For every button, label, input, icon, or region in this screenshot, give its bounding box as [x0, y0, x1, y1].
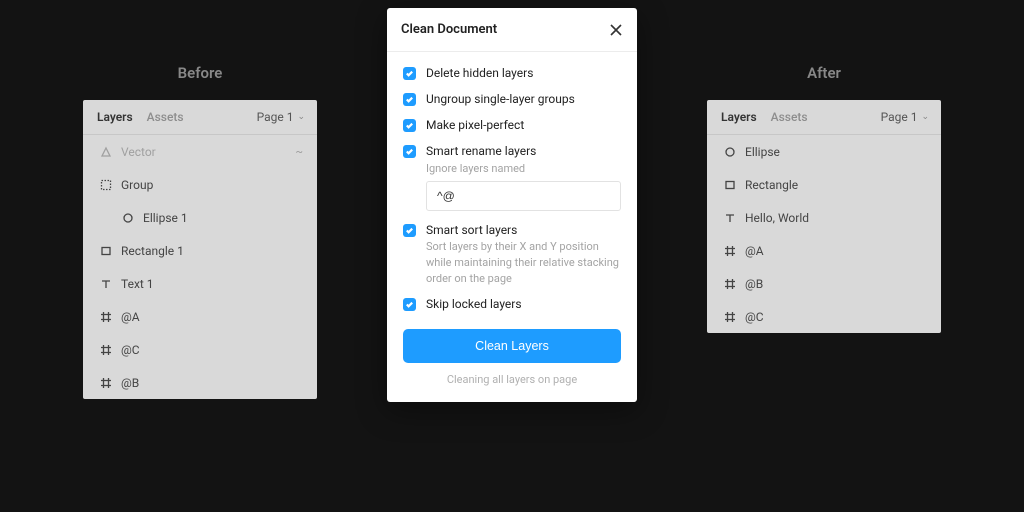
clean-document-modal: Clean Document Delete hidden layers Ungr…: [387, 8, 637, 402]
option-skip-locked[interactable]: Skip locked layers: [403, 297, 621, 311]
text-icon: [97, 278, 115, 290]
frame-icon: [97, 344, 115, 356]
tab-assets[interactable]: Assets: [771, 110, 808, 124]
page-selector[interactable]: Page 1 ⌄: [881, 110, 929, 124]
layer-row[interactable]: Rectangle 1: [83, 234, 317, 267]
after-layer-list: Ellipse Rectangle Hello, World @A @B @C: [707, 134, 941, 333]
layer-name: @A: [115, 310, 140, 324]
layer-row[interactable]: Ellipse: [707, 135, 941, 168]
layer-row[interactable]: Group: [83, 168, 317, 201]
layer-row[interactable]: @A: [83, 300, 317, 333]
modal-title: Clean Document: [401, 22, 497, 37]
layer-name: @C: [739, 310, 764, 324]
frame-icon: [721, 278, 739, 290]
checkbox-icon: [403, 145, 416, 158]
layer-row[interactable]: Text 1: [83, 267, 317, 300]
after-layers-panel: Layers Assets Page 1 ⌄ Ellipse Rectangle H…: [707, 100, 941, 333]
layer-row[interactable]: @A: [707, 234, 941, 267]
layer-row[interactable]: Vector ~: [83, 135, 317, 168]
clean-layers-button[interactable]: Clean Layers: [403, 329, 621, 363]
option-smart-rename[interactable]: Smart rename layers: [403, 144, 621, 158]
checkbox-icon: [403, 119, 416, 132]
text-icon: [721, 212, 739, 224]
ignore-label: Ignore layers named: [426, 162, 621, 175]
status-text: Cleaning all layers on page: [403, 373, 621, 386]
frame-icon: [97, 377, 115, 389]
tab-layers[interactable]: Layers: [97, 110, 133, 124]
layer-name: @C: [115, 343, 140, 357]
option-ungroup-single[interactable]: Ungroup single-layer groups: [403, 92, 621, 106]
option-smart-sort[interactable]: Smart sort layers: [403, 223, 621, 237]
layer-row[interactable]: Rectangle: [707, 168, 941, 201]
page-label: Page 1: [881, 110, 918, 124]
after-label: After: [807, 64, 841, 82]
chevron-down-icon: ⌄: [297, 112, 305, 122]
page-selector[interactable]: Page 1 ⌄: [257, 110, 305, 124]
triangle-icon: [97, 146, 115, 158]
layer-name: Vector: [115, 145, 156, 159]
option-delete-hidden[interactable]: Delete hidden layers: [403, 66, 621, 80]
layer-name: @A: [739, 244, 764, 258]
checkbox-icon: [403, 298, 416, 311]
layer-row[interactable]: @C: [83, 333, 317, 366]
ellipse-icon: [119, 212, 137, 224]
layer-name: Ellipse: [739, 145, 780, 159]
layer-row[interactable]: @C: [707, 300, 941, 333]
layer-row[interactable]: @B: [83, 366, 317, 399]
ellipse-icon: [721, 146, 739, 158]
layer-name: Text 1: [115, 277, 154, 291]
layer-name: Group: [115, 178, 153, 192]
chevron-down-icon: ⌄: [921, 112, 929, 122]
rect-icon: [97, 245, 115, 257]
group-icon: [97, 179, 115, 191]
layer-row[interactable]: Hello, World: [707, 201, 941, 234]
before-layer-list: Vector ~ Group Ellipse 1 Rectangle 1 Text 1 @A…: [83, 134, 317, 399]
before-layers-panel: Layers Assets Page 1 ⌄ Vector ~ Group Ellip…: [83, 100, 317, 399]
checkbox-icon: [403, 67, 416, 80]
checkbox-icon: [403, 93, 416, 106]
layer-row[interactable]: @B: [707, 267, 941, 300]
rect-icon: [721, 179, 739, 191]
frame-icon: [721, 245, 739, 257]
layer-row[interactable]: Ellipse 1: [83, 201, 317, 234]
after-column: After Layers Assets Page 1 ⌄ Ellipse Rect…: [684, 0, 964, 512]
ignore-pattern-input[interactable]: [426, 181, 621, 211]
layer-name: Ellipse 1: [137, 211, 188, 225]
layer-name: Rectangle: [739, 178, 798, 192]
close-icon[interactable]: [609, 23, 623, 37]
layer-name: Rectangle 1: [115, 244, 184, 258]
before-column: Before Layers Assets Page 1 ⌄ Vector ~ Gro…: [60, 0, 340, 512]
tab-layers[interactable]: Layers: [721, 110, 757, 124]
layer-name: @B: [739, 277, 763, 291]
tab-assets[interactable]: Assets: [147, 110, 184, 124]
before-label: Before: [178, 64, 223, 82]
option-pixel-perfect[interactable]: Make pixel-perfect: [403, 118, 621, 132]
layer-name: Hello, World: [739, 211, 809, 225]
hidden-icon[interactable]: ~: [296, 145, 303, 158]
layer-name: @B: [115, 376, 139, 390]
smart-sort-description: Sort layers by their X and Y position wh…: [426, 239, 621, 287]
page-label: Page 1: [257, 110, 294, 124]
checkbox-icon: [403, 224, 416, 237]
frame-icon: [97, 311, 115, 323]
frame-icon: [721, 311, 739, 323]
